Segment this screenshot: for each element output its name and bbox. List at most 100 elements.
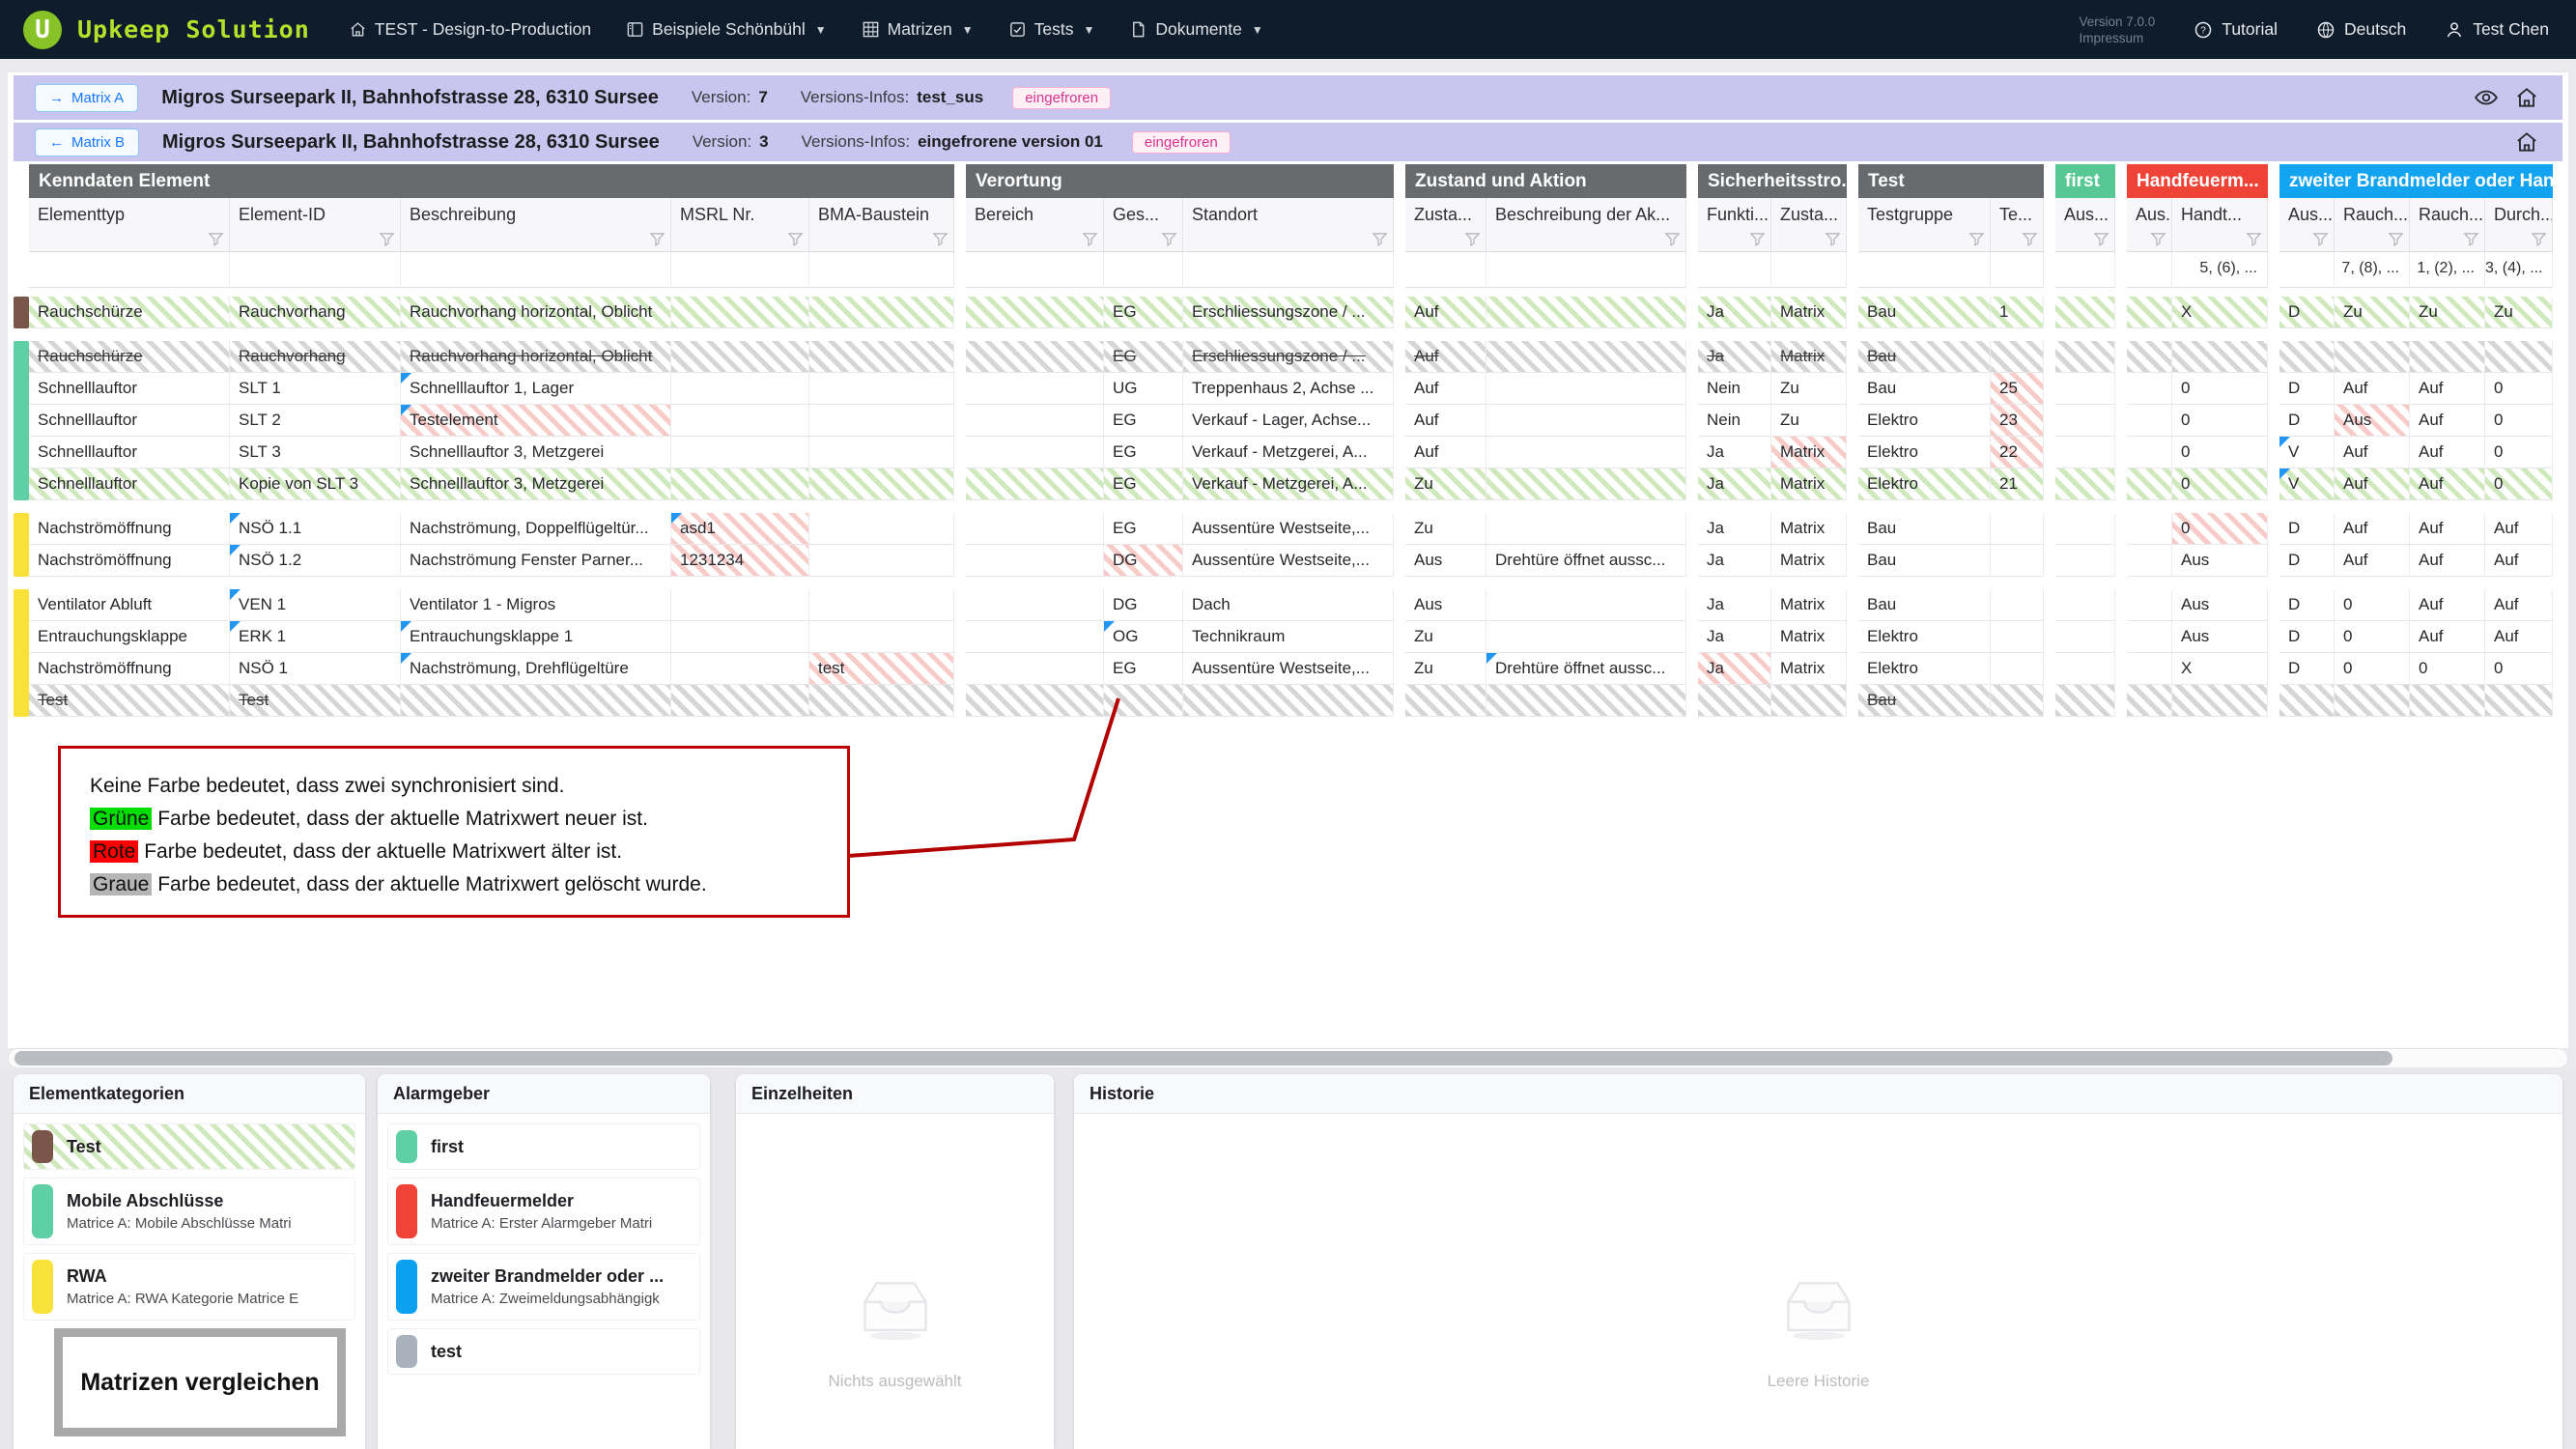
table-cell-zustaSich[interactable]: Matrix [1771,621,1847,653]
table-cell-beschreibung[interactable]: Entrauchungsklappe 1 [401,621,671,653]
table-cell-ausHfm[interactable] [2127,341,2172,373]
table-cell-durch[interactable]: 0 [2485,437,2553,469]
table-cell-funkti[interactable]: Nein [1698,405,1771,437]
table-cell-bma[interactable] [809,469,954,500]
table-cell-elementId[interactable]: NSÖ 1 [230,653,401,685]
table-cell-funkti[interactable]: Nein [1698,373,1771,405]
table-cell-te[interactable]: 25 [1991,373,2044,405]
table-cell-rauch1[interactable]: 0 [2335,653,2410,685]
table-cell-beschrAktion[interactable] [1486,685,1686,717]
table-cell-ausZw[interactable]: D [2279,589,2335,621]
table-cell-bereich[interactable] [966,685,1104,717]
table-cell-ausHfm[interactable] [2127,405,2172,437]
table-cell-standort[interactable]: Verkauf - Metzgerei, A... [1183,469,1394,500]
table-cell-rauch2[interactable] [2410,341,2485,373]
table-cell-ausZw[interactable] [2279,685,2335,717]
user-menu[interactable]: Test Chen [2445,19,2549,40]
table-cell-rauch2[interactable]: Zu [2410,297,2485,328]
table-cell-standort[interactable]: Erschliessungszone / ... [1183,341,1394,373]
table-cell-zustand[interactable] [1405,685,1486,717]
column-header-beschreibung[interactable]: Beschreibung [401,198,671,252]
filter-icon[interactable] [208,231,224,247]
table-cell-ausFirst[interactable] [2055,373,2115,405]
table-cell-ausHfm[interactable] [2127,653,2172,685]
table-cell-testgruppe[interactable]: Bau [1858,685,1991,717]
table-cell-msrl[interactable] [671,373,809,405]
table-cell-durch[interactable]: Auf [2485,513,2553,545]
table-cell-beschrAktion[interactable]: Drehtüre öffnet aussc... [1486,545,1686,577]
table-cell-bereich[interactable] [966,513,1104,545]
table-cell-testgruppe[interactable]: Bau [1858,373,1991,405]
table-cell-standort[interactable]: Aussentüre Westseite,... [1183,653,1394,685]
subheader-cell-msrl[interactable] [671,252,809,288]
table-cell-te[interactable] [1991,653,2044,685]
table-cell-funkti[interactable]: Ja [1698,513,1771,545]
table-cell-standort[interactable]: Treppenhaus 2, Achse ... [1183,373,1394,405]
group-header[interactable]: Verortung [966,164,1394,198]
table-cell-standort[interactable] [1183,685,1394,717]
table-cell-funkti[interactable]: Ja [1698,341,1771,373]
home-icon[interactable] [2514,129,2539,155]
table-cell-ausFirst[interactable] [2055,545,2115,577]
filter-icon[interactable] [2312,231,2329,247]
table-cell-rauch1[interactable] [2335,685,2410,717]
group-header[interactable]: Sicherheitsstro... [1698,164,1847,198]
table-cell-funkti[interactable]: Ja [1698,469,1771,500]
table-cell-msrl[interactable] [671,405,809,437]
column-header-elementId[interactable]: Element-ID [230,198,401,252]
table-cell-durch[interactable]: 0 [2485,405,2553,437]
table-cell-beschreibung[interactable]: Nachströmung Fenster Parner... [401,545,671,577]
table-cell-testgruppe[interactable]: Elektro [1858,653,1991,685]
filter-icon[interactable] [1968,231,1985,247]
table-cell-bereich[interactable] [966,589,1104,621]
table-cell-handt[interactable]: 0 [2172,437,2268,469]
filter-icon[interactable] [2531,231,2547,247]
table-cell-msrl[interactable] [671,621,809,653]
table-cell-msrl[interactable] [671,653,809,685]
table-cell-bereich[interactable] [966,405,1104,437]
elementkategorie-item-0[interactable]: Test [23,1123,355,1170]
table-cell-rauch2[interactable]: Auf [2410,589,2485,621]
table-cell-elementtyp[interactable]: Rauchschürze [29,341,230,373]
table-cell-rauch2[interactable]: Auf [2410,513,2485,545]
group-header[interactable]: zweiter Brandmelder oder Hand... [2279,164,2553,198]
table-cell-testgruppe[interactable]: Elektro [1858,437,1991,469]
subheader-cell-te[interactable] [1991,252,2044,288]
table-cell-rauch2[interactable]: Auf [2410,405,2485,437]
table-cell-bereich[interactable] [966,653,1104,685]
subheader-cell-funkti[interactable] [1698,252,1771,288]
table-cell-testgruppe[interactable]: Elektro [1858,405,1991,437]
table-cell-rauch1[interactable]: Auf [2335,469,2410,500]
table-cell-standort[interactable]: Technikraum [1183,621,1394,653]
filter-icon[interactable] [1664,231,1681,247]
table-cell-zustaSich[interactable]: Matrix [1771,297,1847,328]
table-cell-beschrAktion[interactable] [1486,405,1686,437]
table-cell-te[interactable] [1991,621,2044,653]
table-cell-rauch1[interactable]: Auf [2335,437,2410,469]
table-cell-standort[interactable]: Dach [1183,589,1394,621]
table-cell-bma[interactable] [809,589,954,621]
table-cell-durch[interactable]: 0 [2485,469,2553,500]
table-cell-msrl[interactable]: asd1 [671,513,809,545]
table-cell-bma[interactable] [809,545,954,577]
table-cell-funkti[interactable]: Ja [1698,653,1771,685]
elementkategorie-item-1[interactable]: Mobile AbschlüsseMatrice A: Mobile Absch… [23,1178,355,1245]
table-cell-handt[interactable]: 0 [2172,405,2268,437]
table-cell-rauch1[interactable]: Auf [2335,513,2410,545]
table-cell-te[interactable] [1991,513,2044,545]
column-header-standort[interactable]: Standort [1183,198,1394,252]
table-cell-zustaSich[interactable]: Matrix [1771,589,1847,621]
table-cell-zustaSich[interactable]: Matrix [1771,653,1847,685]
table-cell-funkti[interactable] [1698,685,1771,717]
table-cell-rauch1[interactable]: Zu [2335,297,2410,328]
table-cell-zustaSich[interactable]: Zu [1771,405,1847,437]
subheader-cell-durch[interactable]: 3, (4), ... [2485,252,2553,288]
table-cell-beschrAktion[interactable] [1486,373,1686,405]
table-cell-ausHfm[interactable] [2127,437,2172,469]
table-cell-zustand[interactable]: Auf [1405,297,1486,328]
table-cell-msrl[interactable] [671,589,809,621]
column-header-beschrAktion[interactable]: Beschreibung der Ak... [1486,198,1686,252]
table-cell-testgruppe[interactable]: Bau [1858,589,1991,621]
table-cell-bma[interactable] [809,513,954,545]
table-cell-zustaSich[interactable]: Zu [1771,373,1847,405]
